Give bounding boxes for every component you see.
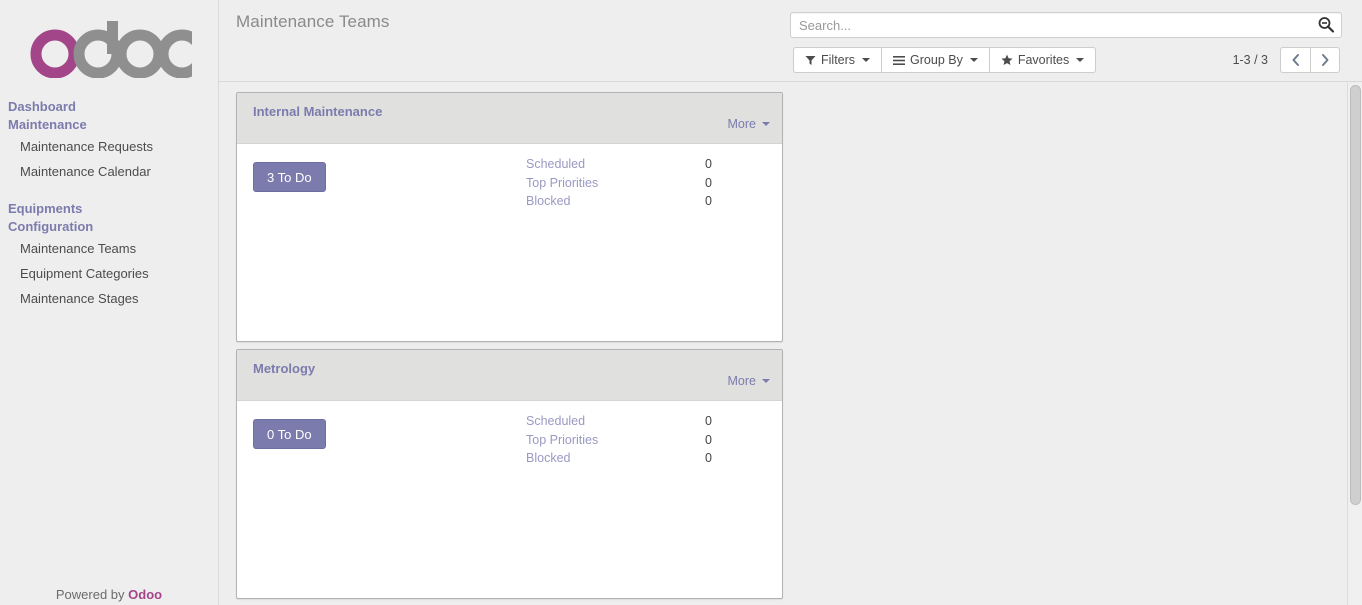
star-icon [1001,54,1013,66]
team-card-grid: Internal Maintenance More 3 To Do Schedu… [219,83,1339,605]
page-title: Maintenance Teams [236,12,390,31]
scrollbar-thumb[interactable] [1350,85,1361,505]
stat-label-blocked[interactable]: Blocked [526,192,570,211]
team-card-header: Metrology More [237,350,782,401]
chevron-down-icon [762,379,770,383]
chevron-down-icon [969,58,978,62]
team-card-body: 3 To Do Scheduled 0 Top Priorities 0 Blo… [237,144,782,341]
stat-value-top-priorities: 0 [705,175,712,190]
filter-icon [805,55,816,66]
header-bar: Maintenance Teams Filters [219,0,1362,82]
team-card-stats: Scheduled 0 Top Priorities 0 Blocked 0 [526,155,712,211]
sidebar-group-equipments: Equipments Configuration Maintenance Tea… [0,200,218,311]
page-scrollbar[interactable] [1347,83,1362,605]
stat-value-scheduled: 0 [705,414,712,428]
odoo-logo-mark [26,16,207,79]
stat-row: Blocked 0 [526,192,712,211]
pager-previous-button[interactable] [1280,47,1310,73]
chevron-left-icon [1291,53,1301,67]
odoo-logo[interactable] [0,0,218,98]
chevron-right-icon [1320,53,1330,67]
stat-value-top-priorities: 0 [705,432,712,447]
more-label: More [727,117,756,131]
team-card-title[interactable]: Internal Maintenance [253,104,382,119]
sidebar-item-maintenance-calendar[interactable]: Maintenance Calendar [0,159,218,184]
favorites-button[interactable]: Favorites [988,47,1097,73]
content-area: Internal Maintenance More 3 To Do Schedu… [219,83,1362,605]
sidebar-item-maintenance-requests[interactable]: Maintenance Requests [0,134,218,159]
stat-row: Scheduled 0 [526,155,712,174]
sidebar-group-dashboard: Dashboard Maintenance Maintenance Reques… [0,98,218,184]
powered-by-brand[interactable]: Odoo [128,587,162,602]
search-box[interactable] [790,12,1342,38]
stat-label-scheduled[interactable]: Scheduled [526,155,585,174]
app-window: Dashboard Maintenance Maintenance Reques… [0,0,1362,605]
stat-label-top-priorities[interactable]: Top Priorities [526,431,598,450]
sidebar-nav: Dashboard Maintenance Maintenance Reques… [0,98,218,311]
filter-icon-svg [805,55,816,65]
team-card-more-button[interactable]: More [728,117,770,131]
team-card-body: 0 To Do Scheduled 0 Top Priorities 0 Blo… [237,401,782,598]
odoo-logo-svg [30,21,207,79]
todo-button[interactable]: 3 To Do [253,162,326,192]
pager-next-button[interactable] [1310,47,1340,73]
sidebar-heading-configuration[interactable]: Configuration [0,218,218,236]
team-card-header: Internal Maintenance More [237,93,782,144]
favorites-label: Favorites [1017,53,1070,67]
pager-label: 1-3 / 3 [1232,53,1268,67]
team-card[interactable]: Internal Maintenance More 3 To Do Schedu… [236,92,783,342]
sidebar-heading-maintenance[interactable]: Maintenance [0,116,218,134]
stat-value-scheduled: 0 [705,157,712,171]
star-icon-svg [1001,54,1013,65]
chevron-down-icon [862,58,871,62]
team-card[interactable]: Metrology More 0 To Do Scheduled 0 Top P… [236,349,783,599]
search-toolbar: Filters Group By Favorites [793,47,1097,73]
stat-row: Scheduled 0 [526,412,712,431]
list-icon [893,55,906,66]
pager: 1-3 / 3 [1233,47,1340,73]
team-card-more-button[interactable]: More [728,374,770,388]
list-icon-svg [893,55,906,65]
stat-row: Top Priorities 0 [526,174,712,193]
powered-by-footer: Powered by Odoo [0,587,218,605]
search-icon[interactable] [1317,16,1335,34]
team-card-stats: Scheduled 0 Top Priorities 0 Blocked 0 [526,412,712,468]
filters-button[interactable]: Filters [793,47,882,73]
stat-label-top-priorities[interactable]: Top Priorities [526,174,598,193]
chevron-down-icon [762,122,770,126]
team-card-title[interactable]: Metrology [253,361,315,376]
filters-label: Filters [821,53,856,67]
stat-value-blocked: 0 [705,451,712,466]
stat-label-scheduled[interactable]: Scheduled [526,412,585,431]
sidebar-heading-equipments[interactable]: Equipments [0,200,218,218]
stat-row: Top Priorities 0 [526,431,712,450]
stat-label-blocked[interactable]: Blocked [526,449,570,468]
powered-by-text: Powered by [55,587,125,602]
search-icon-svg [1318,17,1335,33]
group-by-label: Group By [910,53,963,67]
search-input[interactable] [791,13,1311,37]
sidebar-item-equipment-categories[interactable]: Equipment Categories [0,261,218,286]
chevron-left-icon-svg [1292,54,1299,66]
chevron-down-icon [1076,58,1085,62]
sidebar-item-maintenance-stages[interactable]: Maintenance Stages [0,286,218,311]
sidebar-heading-dashboard[interactable]: Dashboard [0,98,218,116]
more-label: More [727,374,756,388]
todo-button[interactable]: 0 To Do [253,419,326,449]
chevron-right-icon-svg [1322,54,1329,66]
stat-row: Blocked 0 [526,449,712,468]
stat-value-blocked: 0 [705,194,712,209]
sidebar-item-maintenance-teams[interactable]: Maintenance Teams [0,236,218,261]
sidebar: Dashboard Maintenance Maintenance Reques… [0,0,219,605]
sidebar-group-divider [0,184,218,200]
group-by-button[interactable]: Group By [881,47,989,73]
